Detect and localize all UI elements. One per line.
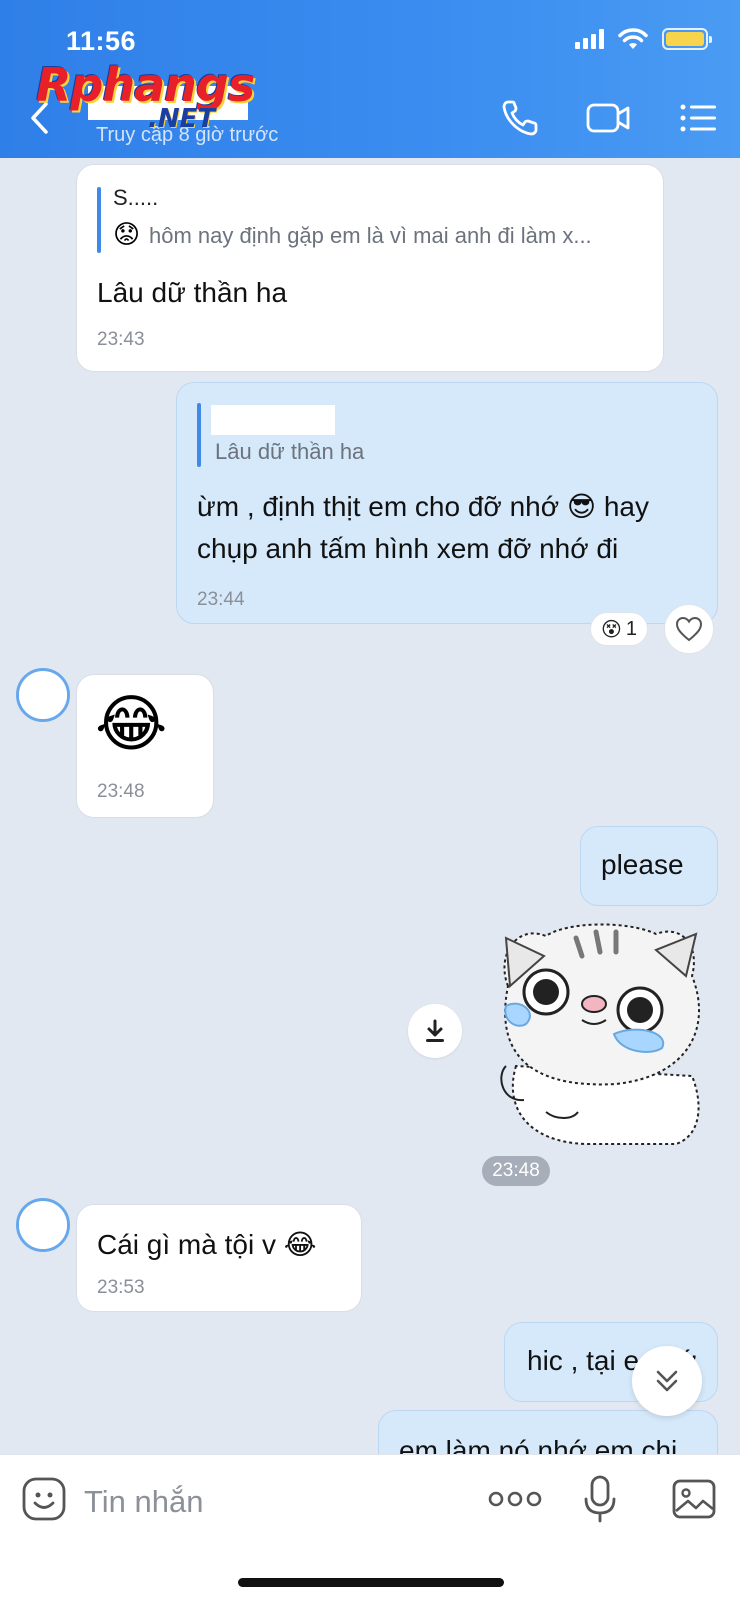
logo-main-text: Rphangs <box>36 58 255 112</box>
watermark-logo: Rphangs .NET <box>36 58 266 138</box>
quote-text: hôm nay định gặp em là vì mai anh đi làm… <box>149 223 592 248</box>
message-text-line2: chụp anh tấm hình xem đỡ nhớ đi <box>197 533 619 564</box>
battery-icon <box>662 28 712 50</box>
laughing-tears-emoji-icon: 😂 <box>283 1229 317 1260</box>
quote-bar <box>197 403 201 467</box>
sad-face-emoji-icon: 😟 <box>113 219 141 249</box>
status-time: 11:56 <box>66 26 137 56</box>
quote-text: Lâu dữ thần ha <box>215 439 365 464</box>
cellular-signal-icon <box>575 29 604 49</box>
double-chevron-down-icon <box>656 1370 678 1392</box>
heart-icon <box>675 616 703 642</box>
incoming-emoji-bubble[interactable]: 😂 23:48 <box>76 674 214 818</box>
incoming-message-bubble[interactable]: Cái gì mà tội v 😂 23:53 <box>76 1204 362 1312</box>
reaction-badge[interactable]: 😵 1 <box>590 612 648 646</box>
crying-cat-sticker[interactable] <box>486 916 712 1148</box>
heart-reaction-button[interactable] <box>664 604 714 654</box>
scroll-to-bottom-button[interactable] <box>632 1346 702 1416</box>
quote-sender-name: S..... <box>113 185 159 210</box>
image-gallery-icon[interactable] <box>668 1471 720 1527</box>
microphone-icon[interactable] <box>574 1471 626 1527</box>
laughing-tears-emoji-icon: 😂 <box>95 690 168 759</box>
reaction-count: 1 <box>625 617 637 640</box>
download-icon <box>426 1019 444 1042</box>
home-indicator <box>238 1578 504 1587</box>
message-text: Lâu dữ thần ha <box>97 277 288 308</box>
sunglasses-emoji-icon: 😎 <box>566 491 597 522</box>
avatar[interactable] <box>16 1198 70 1252</box>
message-text: please <box>601 849 684 880</box>
incoming-message-bubble[interactable]: S..... 😟 hôm nay định gặp em là vì mai a… <box>76 164 664 372</box>
sticker-time: 23:48 <box>482 1156 550 1186</box>
message-time: 23:48 <box>97 781 145 802</box>
message-text: Cái gì mà tội v 😂 <box>97 1229 317 1260</box>
message-time: 23:44 <box>197 589 245 610</box>
logo-sub-text: .NET <box>148 104 216 134</box>
outgoing-message-bubble[interactable]: please <box>580 826 718 906</box>
phone-icon[interactable] <box>498 96 546 140</box>
download-button[interactable] <box>408 1004 462 1058</box>
menu-icon[interactable] <box>676 96 724 140</box>
wifi-icon <box>618 28 648 49</box>
message-time: 23:43 <box>97 329 145 350</box>
message-text-line1: ừm , định thịt em cho đỡ nhớ 😎 hay <box>197 491 649 522</box>
message-time: 23:53 <box>97 1277 145 1298</box>
avatar[interactable] <box>16 668 70 722</box>
chat-header: 11:56 Truy cập 8 giờ trước Rphangs .NET <box>0 0 740 158</box>
quote-sender-name-redacted <box>211 405 335 435</box>
video-call-icon[interactable] <box>584 96 632 140</box>
status-icons <box>575 28 712 50</box>
sticker-smiley-icon[interactable] <box>18 1471 70 1527</box>
outgoing-message-bubble[interactable]: Lâu dữ thần ha ừm , định thịt em cho đỡ … <box>176 382 718 624</box>
more-options-icon[interactable] <box>486 1471 544 1527</box>
message-input[interactable]: Tin nhắn <box>84 1477 464 1527</box>
quote-bar <box>97 187 101 253</box>
thinking-emoji-icon: 😵 <box>601 618 622 641</box>
